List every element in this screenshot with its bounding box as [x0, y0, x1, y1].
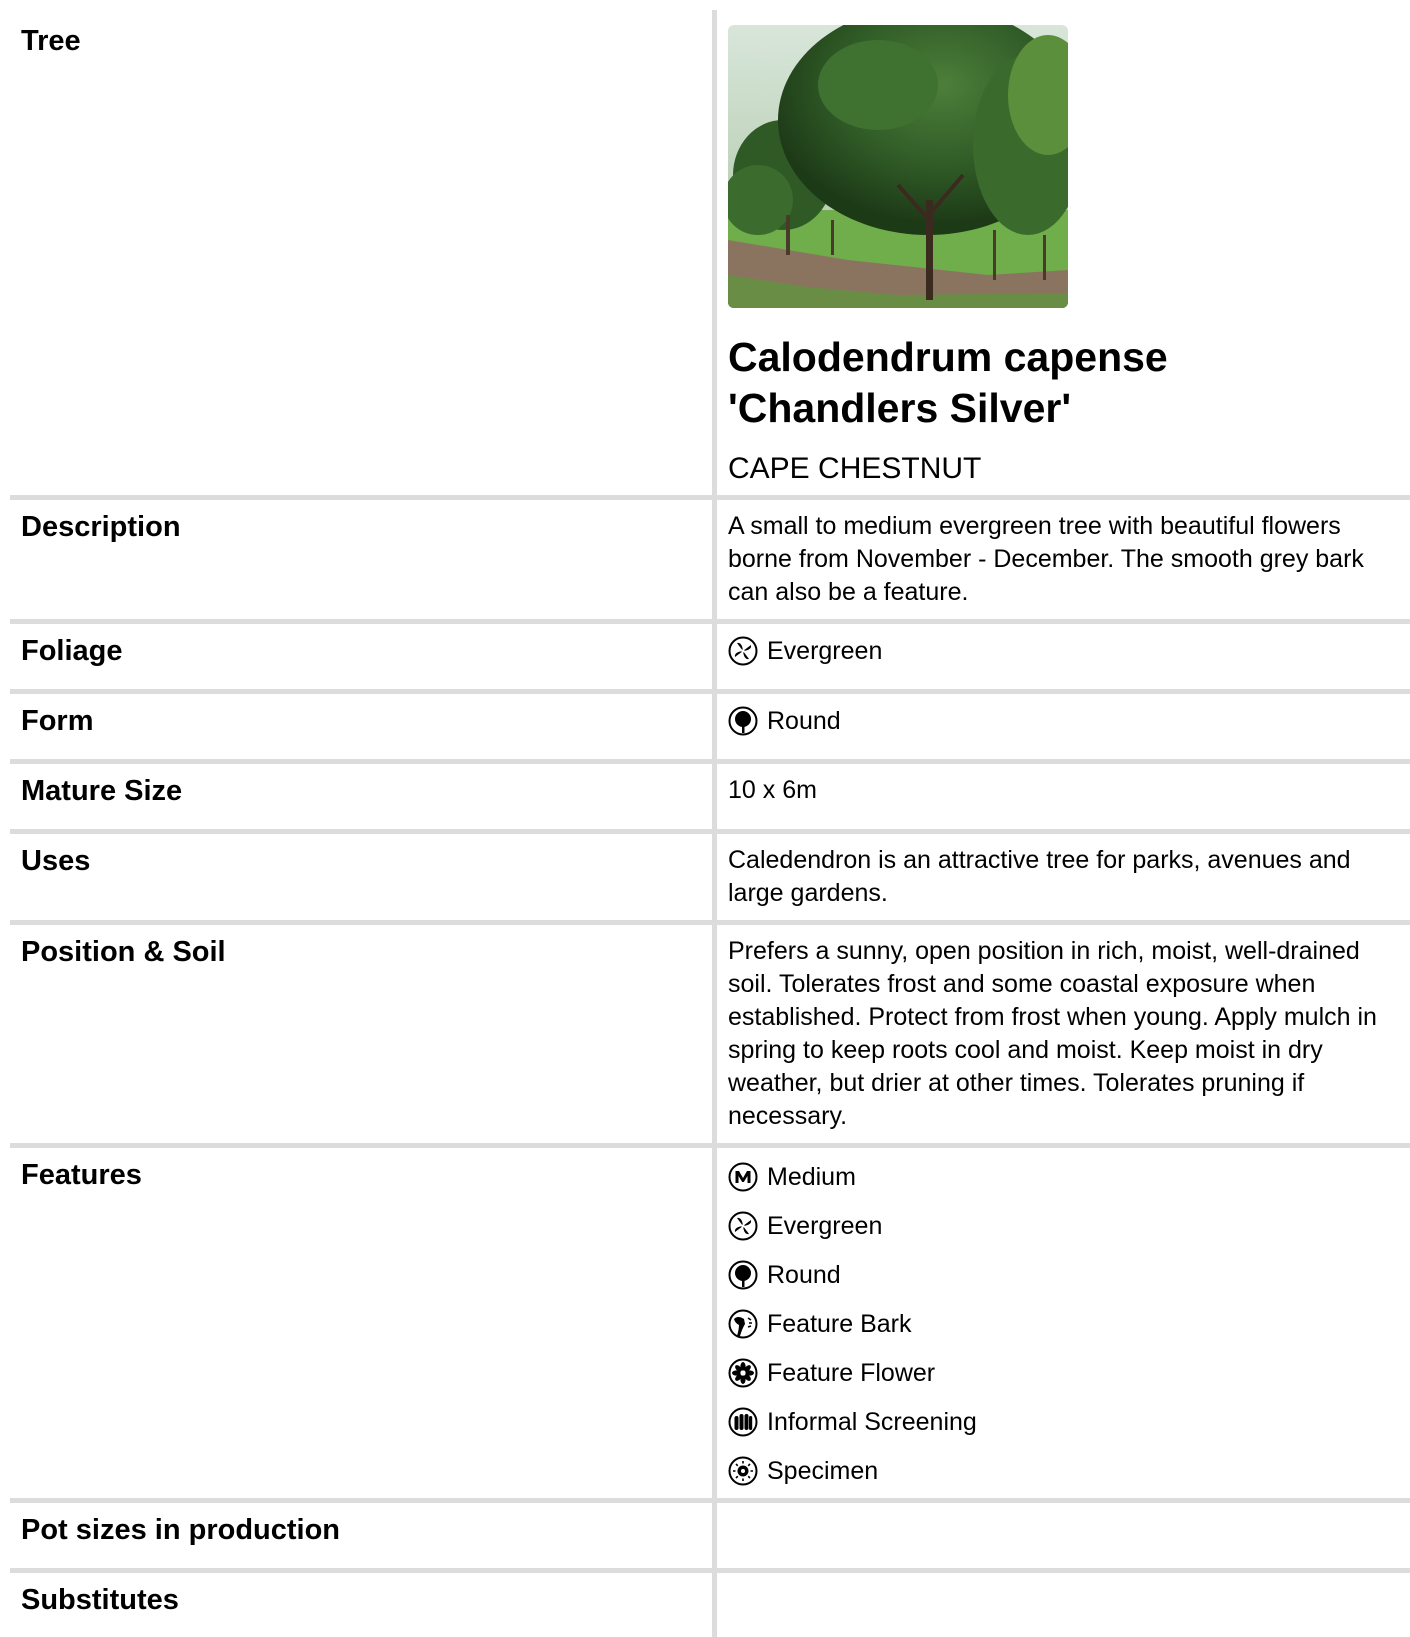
mature-size-value: 10 x 6m [717, 764, 1410, 829]
list-item: Feature Bark [728, 1307, 1409, 1341]
row-uses: Uses Caledendron is an attractive tree f… [10, 834, 1410, 920]
feature-bark-icon [728, 1309, 758, 1339]
row-position-soil: Position & Soil Prefers a sunny, open po… [10, 925, 1410, 1143]
description-label: Description [10, 500, 712, 619]
evergreen-leaves-icon [728, 1211, 758, 1241]
features-label: Features [10, 1148, 712, 1498]
form-label: Form [10, 694, 712, 759]
substitutes-label: Substitutes [10, 1573, 712, 1637]
features-list: Medium Evergreen Round Feature Bark Feat… [728, 1158, 1409, 1488]
row-form: Form Round [10, 694, 1410, 759]
foliage-label: Foliage [10, 624, 712, 689]
feature-label: Specimen [767, 1456, 879, 1485]
list-item: Specimen [728, 1454, 1409, 1488]
evergreen-leaves-icon [728, 636, 758, 666]
round-tree-icon [728, 706, 758, 736]
position-soil-text: Prefers a sunny, open position in rich, … [717, 925, 1410, 1143]
tree-label: Tree [10, 10, 712, 495]
list-item: Round [728, 1258, 1409, 1292]
botanical-name-line1: Calodendrum capense [728, 334, 1168, 380]
feature-label: Medium [767, 1162, 856, 1191]
plant-info-sheet: Tree Calodendrum capense 'Chandlers Silv… [10, 10, 1410, 1637]
tree-photo [728, 25, 1068, 308]
feature-label: Feature Flower [767, 1358, 936, 1387]
mature-size-label: Mature Size [10, 764, 712, 829]
substitutes-value [717, 1573, 1410, 1637]
list-item: Evergreen [728, 1209, 1409, 1243]
pot-sizes-label: Pot sizes in production [10, 1503, 712, 1568]
uses-label: Uses [10, 834, 712, 920]
foliage-item: Evergreen [728, 634, 1409, 668]
foliage-value: Evergreen [767, 636, 883, 665]
form-item: Round [728, 704, 1409, 738]
informal-screening-icon [728, 1407, 758, 1437]
feature-label: Informal Screening [767, 1407, 977, 1436]
row-description: Description A small to medium evergreen … [10, 500, 1410, 619]
uses-text: Caledendron is an attractive tree for pa… [717, 834, 1410, 920]
botanical-name: Calodendrum capense 'Chandlers Silver' [728, 332, 1248, 434]
pot-sizes-value [717, 1503, 1410, 1568]
plant-info-table: Tree Calodendrum capense 'Chandlers Silv… [10, 10, 1410, 1637]
row-tree: Tree Calodendrum capense 'Chandlers Silv… [10, 10, 1410, 495]
tree-photo-image [728, 25, 1068, 308]
feature-label: Feature Bark [767, 1309, 912, 1338]
form-value-cell: Round [717, 694, 1410, 759]
row-substitutes: Substitutes [10, 1573, 1410, 1637]
common-name: CAPE CHESTNUT [728, 452, 982, 485]
description-text: A small to medium evergreen tree with be… [717, 500, 1410, 619]
list-item: Medium [728, 1160, 1409, 1194]
row-mature-size: Mature Size 10 x 6m [10, 764, 1410, 829]
row-pot-sizes: Pot sizes in production [10, 1503, 1410, 1568]
row-foliage: Foliage Evergreen [10, 624, 1410, 689]
feature-flower-icon [728, 1358, 758, 1388]
medium-m-icon [728, 1162, 758, 1192]
botanical-name-line2: 'Chandlers Silver' [728, 385, 1072, 431]
feature-label: Round [767, 1260, 841, 1289]
foliage-value-cell: Evergreen [717, 624, 1410, 689]
list-item: Feature Flower [728, 1356, 1409, 1390]
feature-label: Evergreen [767, 1211, 883, 1240]
row-features: Features Medium Evergreen Round Feature … [10, 1148, 1410, 1498]
specimen-icon [728, 1456, 758, 1486]
list-item: Informal Screening [728, 1405, 1409, 1439]
form-value: Round [767, 706, 841, 735]
features-value-cell: Medium Evergreen Round Feature Bark Feat… [717, 1148, 1410, 1498]
position-soil-label: Position & Soil [10, 925, 712, 1143]
round-tree-icon [728, 1260, 758, 1290]
tree-value-cell: Calodendrum capense 'Chandlers Silver' C… [717, 10, 1410, 495]
